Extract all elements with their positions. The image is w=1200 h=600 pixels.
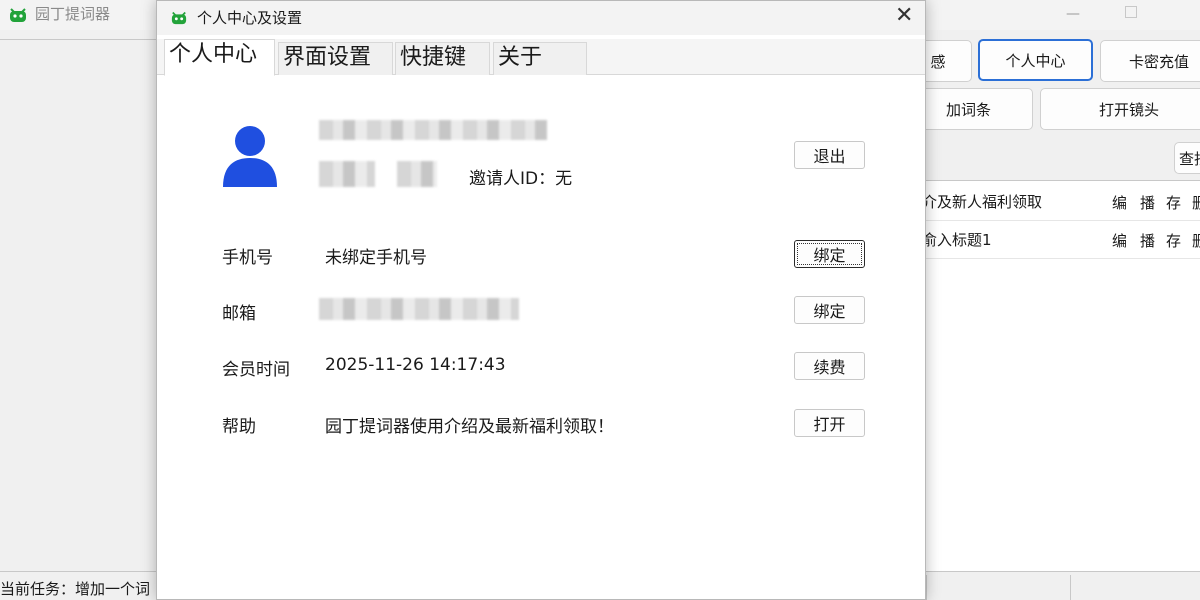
robot-logo-icon: [171, 11, 187, 25]
phone-label: 手机号: [222, 248, 273, 268]
profile-settings-dialog: 个人中心及设置 ✕ 个人中心 界面设置 快捷键 关于 邀请人ID：无 退出 手机…: [156, 0, 926, 600]
logout-button[interactable]: 退出: [794, 141, 865, 169]
close-icon[interactable]: ✕: [895, 4, 913, 28]
tab-profile[interactable]: 个人中心: [164, 39, 275, 76]
list-item-title: 俞入标题1: [922, 231, 992, 249]
profile-center-button[interactable]: 个人中心: [978, 39, 1093, 81]
minimize-icon[interactable]: —: [1066, 6, 1080, 22]
button-label: 绑定: [813, 246, 846, 265]
button-label: 卡密充值: [1128, 52, 1189, 71]
open-camera-button[interactable]: 打开镜头: [1040, 88, 1200, 130]
search-button[interactable]: 查找: [1174, 142, 1200, 174]
membership-label: 会员时间: [222, 360, 290, 380]
button-label: 加词条: [945, 100, 991, 119]
status-divider: [926, 575, 927, 600]
tab-interface[interactable]: 界面设置: [278, 42, 393, 75]
help-label: 帮助: [222, 417, 256, 437]
button-label: 打开镜头: [1098, 100, 1159, 119]
bind-email-button[interactable]: 绑定: [794, 296, 865, 324]
list-item[interactable]: 俞入标题1 编 播 存 删: [922, 221, 1200, 259]
edit-action[interactable]: 编: [1112, 192, 1127, 213]
status-divider: [1070, 575, 1071, 600]
edit-action[interactable]: 编: [1112, 230, 1127, 251]
help-link-text: 园丁提词器使用介绍及最新福利领取！: [325, 417, 614, 437]
redacted-user-id: [319, 161, 375, 187]
main-window-title: 园丁提词器: [35, 5, 111, 23]
maximize-icon[interactable]: [1125, 6, 1137, 18]
phone-value: 未绑定手机号: [325, 248, 427, 268]
membership-expiry: 2025-11-26 14:17:43: [325, 355, 506, 375]
button-label: 退出: [813, 147, 846, 166]
button-label: 感: [930, 52, 946, 71]
email-label: 邮箱: [222, 304, 256, 324]
button-label: 打开: [813, 415, 846, 434]
card-recharge-button[interactable]: 卡密充值: [1100, 40, 1200, 82]
list-item-title: 介及新人福利领取: [922, 193, 1043, 211]
redacted-email: [319, 298, 519, 320]
robot-logo-icon: [10, 8, 26, 22]
delete-action[interactable]: 删: [1192, 230, 1200, 251]
inviter-id: 邀请人ID：无: [469, 169, 573, 189]
button-label: 个人中心: [1005, 51, 1066, 70]
tab-strip: 个人中心 界面设置 快捷键 关于: [157, 39, 925, 76]
redacted-user-id: [397, 161, 437, 187]
save-action[interactable]: 存: [1166, 192, 1181, 213]
list-item[interactable]: 介及新人福利领取 编 播 存 删: [922, 183, 1200, 221]
redacted-username: [319, 120, 547, 140]
button-label: 查找: [1179, 149, 1200, 168]
save-action[interactable]: 存: [1166, 230, 1181, 251]
play-action[interactable]: 播: [1140, 230, 1155, 251]
tab-about[interactable]: 关于: [493, 42, 587, 75]
play-action[interactable]: 播: [1140, 192, 1155, 213]
button-label: 续费: [813, 358, 846, 377]
tab-shortcuts[interactable]: 快捷键: [395, 42, 490, 75]
delete-action[interactable]: 删: [1192, 192, 1200, 213]
user-avatar-icon: [223, 126, 277, 187]
dialog-title: 个人中心及设置: [197, 9, 303, 27]
main-left-pane: [0, 39, 160, 571]
button-label: 绑定: [813, 302, 846, 321]
bind-phone-button[interactable]: 绑定: [794, 240, 865, 268]
renew-button[interactable]: 续费: [794, 352, 865, 380]
status-text: 当前任务：增加一个词: [0, 580, 151, 598]
open-help-button[interactable]: 打开: [794, 409, 865, 437]
